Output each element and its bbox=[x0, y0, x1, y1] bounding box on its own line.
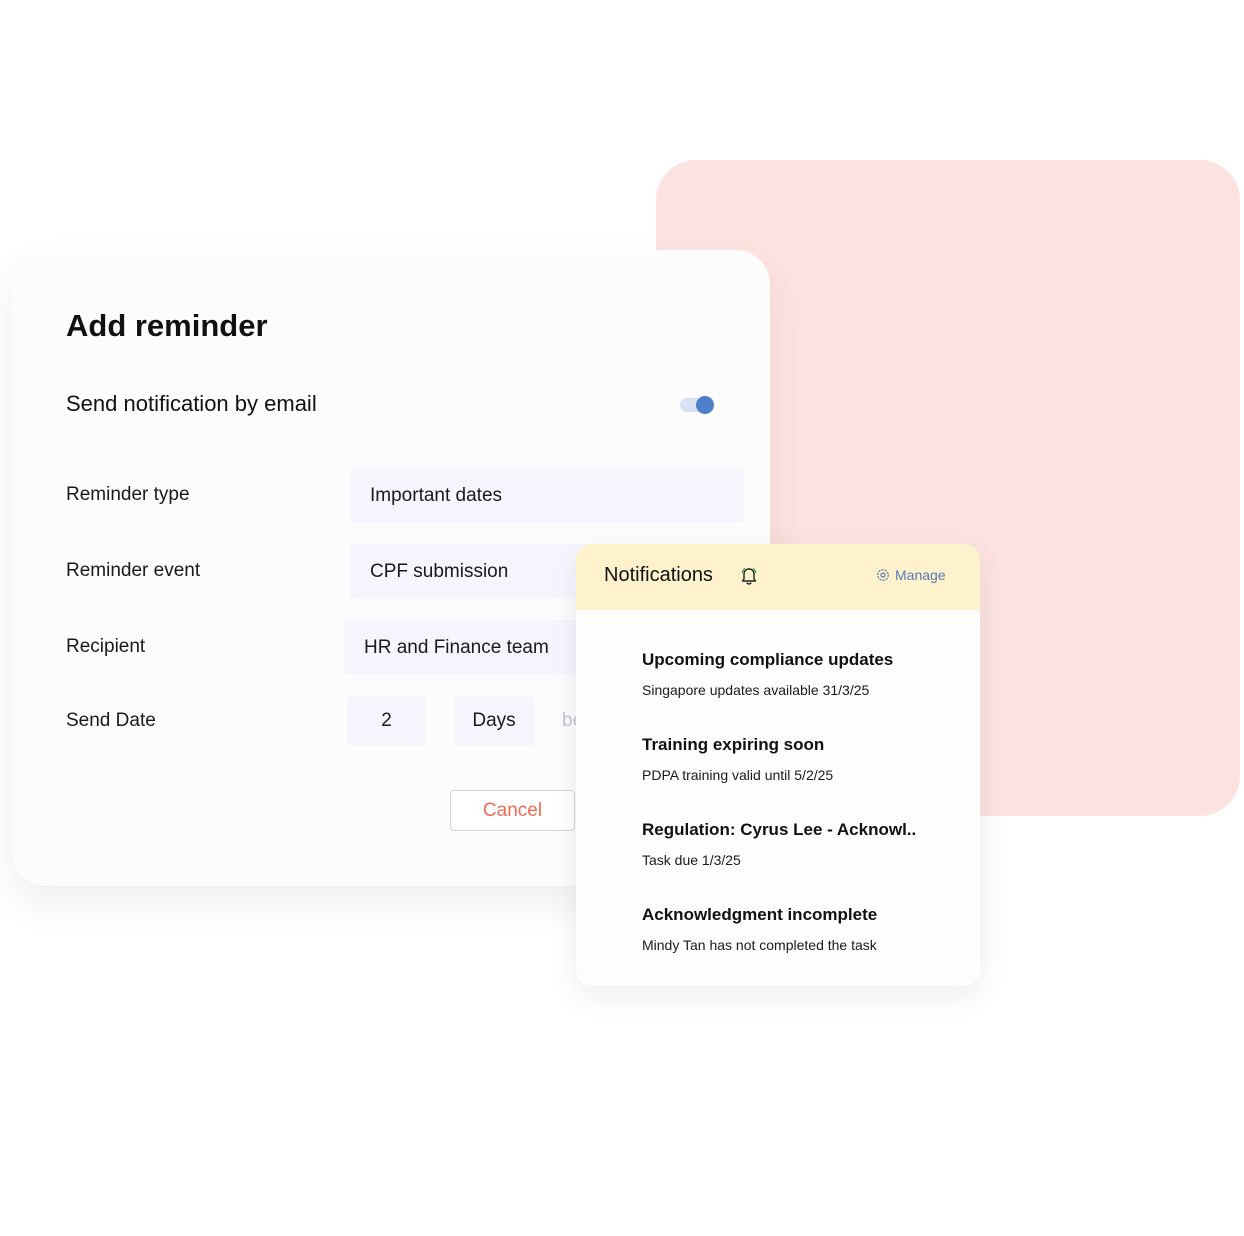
recipient-select[interactable]: HR and Finance team bbox=[344, 620, 584, 675]
send-date-unit-select[interactable]: Days bbox=[454, 696, 534, 746]
reminder-type-value: Important dates bbox=[370, 484, 503, 506]
notifications-header: Notifications Manage bbox=[576, 544, 980, 610]
recipient-label: Recipient bbox=[66, 636, 146, 657]
bell-icon[interactable] bbox=[740, 566, 758, 586]
gear-icon bbox=[877, 569, 889, 581]
email-notification-toggle[interactable] bbox=[680, 396, 714, 414]
notification-subtitle: Task due 1/3/25 bbox=[642, 852, 741, 868]
notification-item[interactable]: Acknowledgment incomplete Mindy Tan has … bbox=[642, 905, 962, 953]
notification-title: Acknowledgment incomplete bbox=[642, 905, 878, 924]
send-date-relation-select[interactable]: be bbox=[562, 710, 576, 732]
reminder-event-label: Reminder event bbox=[66, 560, 201, 581]
notification-subtitle: PDPA training valid until 5/2/25 bbox=[642, 767, 834, 783]
canvas: Add reminder Send notification by email … bbox=[0, 0, 1244, 1236]
notification-subtitle: Singapore updates available 31/3/25 bbox=[642, 682, 870, 698]
notification-item[interactable]: Regulation: Cyrus Lee - Acknowl.. Task d… bbox=[642, 820, 962, 868]
notifications-panel: Notifications Manage Upcoming compliance… bbox=[576, 544, 980, 986]
email-notification-label: Send notification by email bbox=[66, 391, 317, 416]
reminder-event-value: CPF submission bbox=[370, 560, 509, 582]
notification-item[interactable]: Upcoming compliance updates Singapore up… bbox=[642, 650, 962, 698]
notification-title: Upcoming compliance updates bbox=[642, 650, 894, 669]
notifications-title: Notifications bbox=[604, 564, 713, 586]
send-date-amount-input[interactable]: 2 bbox=[347, 696, 426, 746]
manage-label: Manage bbox=[895, 567, 946, 583]
send-date-unit-value: Days bbox=[472, 710, 516, 731]
modal-title: Add reminder bbox=[66, 308, 268, 343]
notification-subtitle: Mindy Tan has not completed the task bbox=[642, 937, 877, 953]
recipient-value: HR and Finance team bbox=[364, 636, 549, 658]
notification-item[interactable]: Training expiring soon PDPA training val… bbox=[642, 735, 962, 783]
reminder-event-select[interactable]: CPF submission bbox=[350, 544, 590, 599]
send-date-amount-value: 2 bbox=[381, 710, 392, 731]
reminder-type-select[interactable]: Important dates bbox=[350, 468, 744, 523]
send-date-label: Send Date bbox=[66, 710, 156, 731]
cancel-button[interactable]: Cancel bbox=[450, 790, 575, 831]
manage-button[interactable]: Manage bbox=[876, 567, 946, 583]
notification-title: Training expiring soon bbox=[642, 735, 825, 754]
reminder-type-label: Reminder type bbox=[66, 484, 190, 505]
toggle-knob bbox=[696, 396, 714, 414]
notification-title: Regulation: Cyrus Lee - Acknowl.. bbox=[642, 820, 917, 839]
